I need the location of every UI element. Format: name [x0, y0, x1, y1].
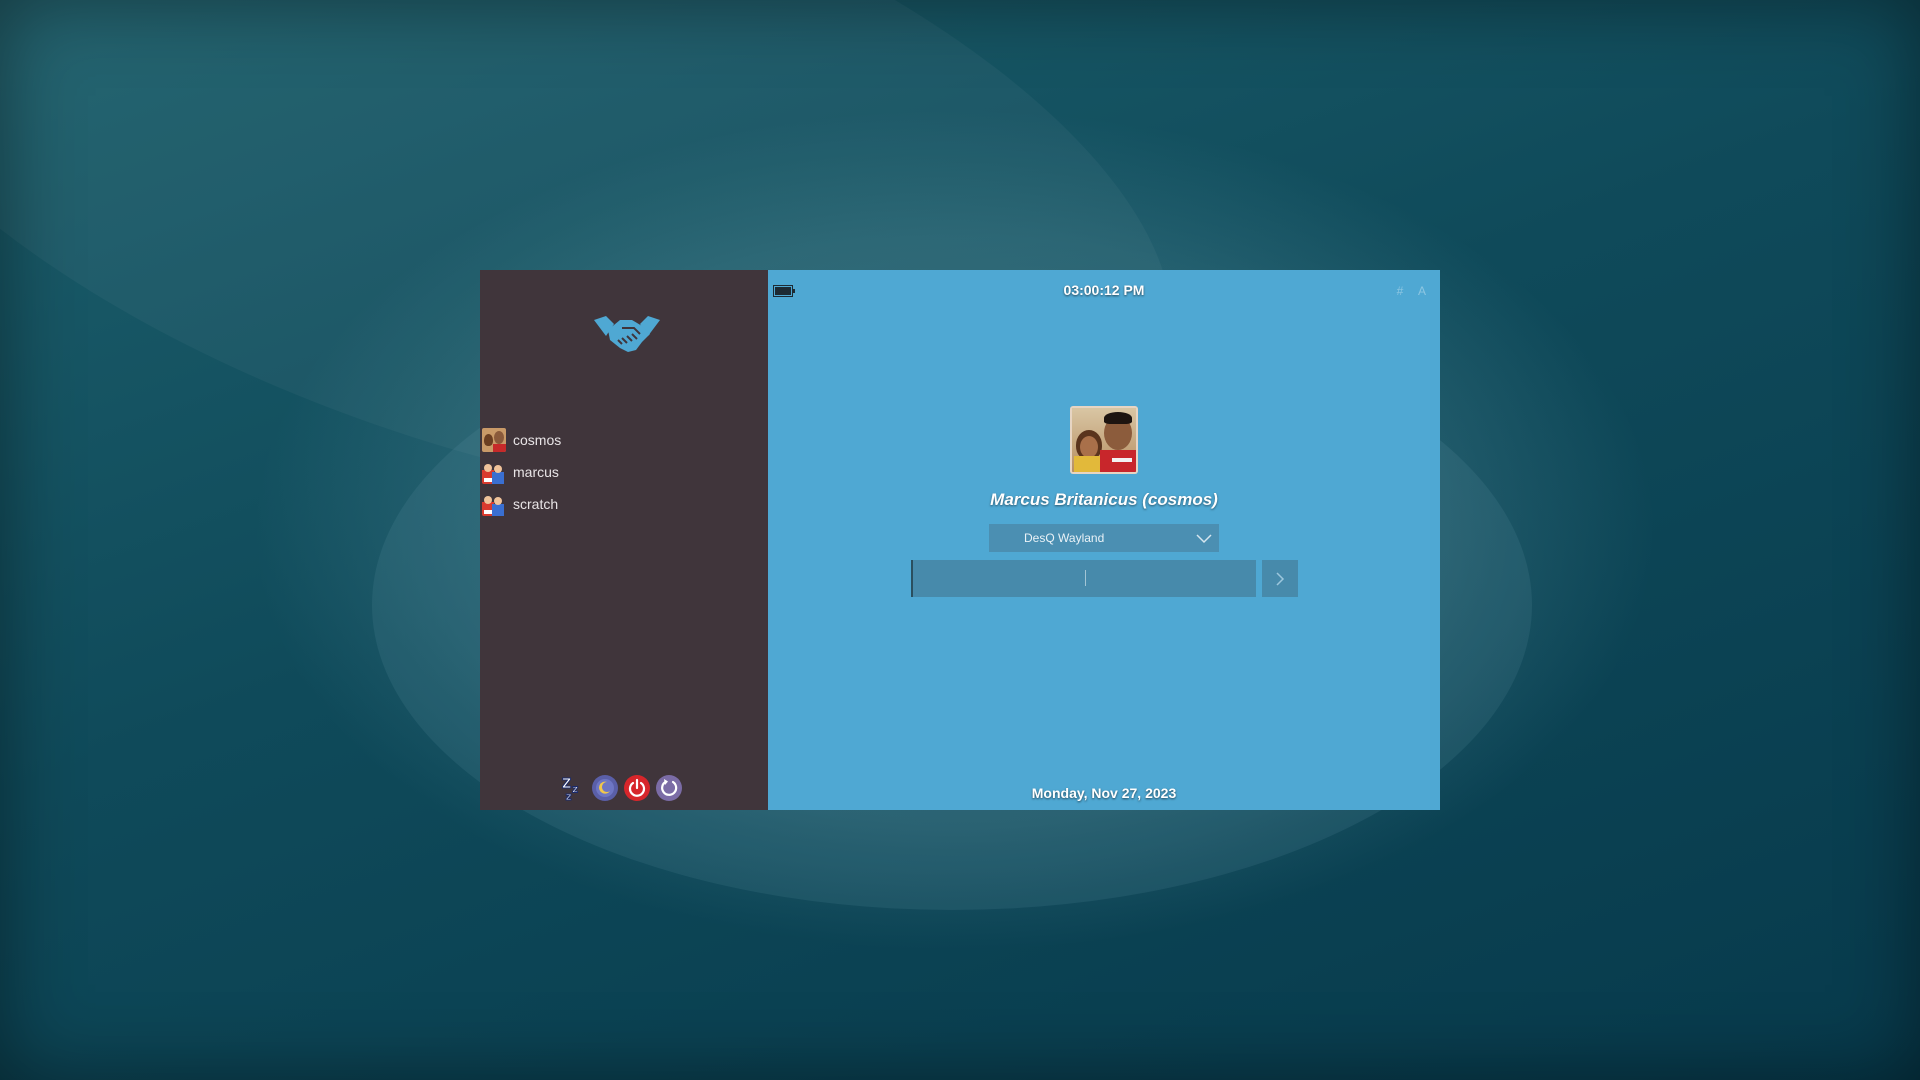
generic-user-icon: [482, 464, 504, 484]
chevron-down-icon: [1196, 534, 1212, 544]
svg-text:z: z: [566, 792, 572, 802]
login-submit-button[interactable]: [1262, 560, 1298, 597]
sleep-zzz-icon: Z z z: [561, 777, 578, 802]
power-icon: [628, 778, 646, 797]
session-dropdown[interactable]: DesQ Wayland: [989, 524, 1219, 552]
svg-text:Z: Z: [562, 777, 571, 792]
handshake-logo-icon: [594, 316, 660, 352]
selected-user-name: Marcus Britanicus (cosmos): [990, 490, 1218, 509]
reboot-button[interactable]: [656, 775, 682, 801]
moon-icon: [596, 779, 614, 797]
login-panel: 03:00:12 PM # A Marcus Britanicus (cosmo…: [768, 270, 1440, 810]
session-label: DesQ Wayland: [1024, 531, 1105, 545]
text-caret: [1085, 570, 1086, 586]
user-item-cosmos[interactable]: cosmos: [482, 424, 762, 456]
user-avatar: [1070, 406, 1138, 474]
user-sidebar: cosmos marcus scratch Z z z: [480, 270, 768, 810]
reboot-icon: [661, 779, 678, 796]
password-input[interactable]: [911, 560, 1256, 597]
clock: 03:00:12 PM: [1063, 282, 1145, 298]
keyboard-lock-indicators: # A: [1396, 284, 1432, 298]
power-controls: Z z z: [560, 775, 682, 802]
user-label: scratch: [513, 496, 559, 512]
user-label: cosmos: [513, 432, 562, 448]
login-greeter: cosmos marcus scratch Z z z 03:00:12 PM …: [480, 270, 1440, 810]
generic-user-icon: [482, 496, 504, 516]
suspend-button[interactable]: Z z z: [560, 775, 586, 802]
user-item-marcus[interactable]: marcus: [482, 456, 762, 488]
shutdown-button[interactable]: [624, 775, 650, 801]
user-list: cosmos marcus scratch: [482, 424, 762, 520]
user-photo-icon: [482, 428, 506, 452]
user-item-scratch[interactable]: scratch: [482, 488, 762, 520]
svg-text:z: z: [572, 785, 578, 796]
hibernate-button[interactable]: [592, 775, 618, 801]
user-label: marcus: [513, 464, 559, 480]
chevron-right-icon: [1276, 571, 1285, 586]
date-label: Monday, Nov 27, 2023: [1031, 785, 1177, 801]
